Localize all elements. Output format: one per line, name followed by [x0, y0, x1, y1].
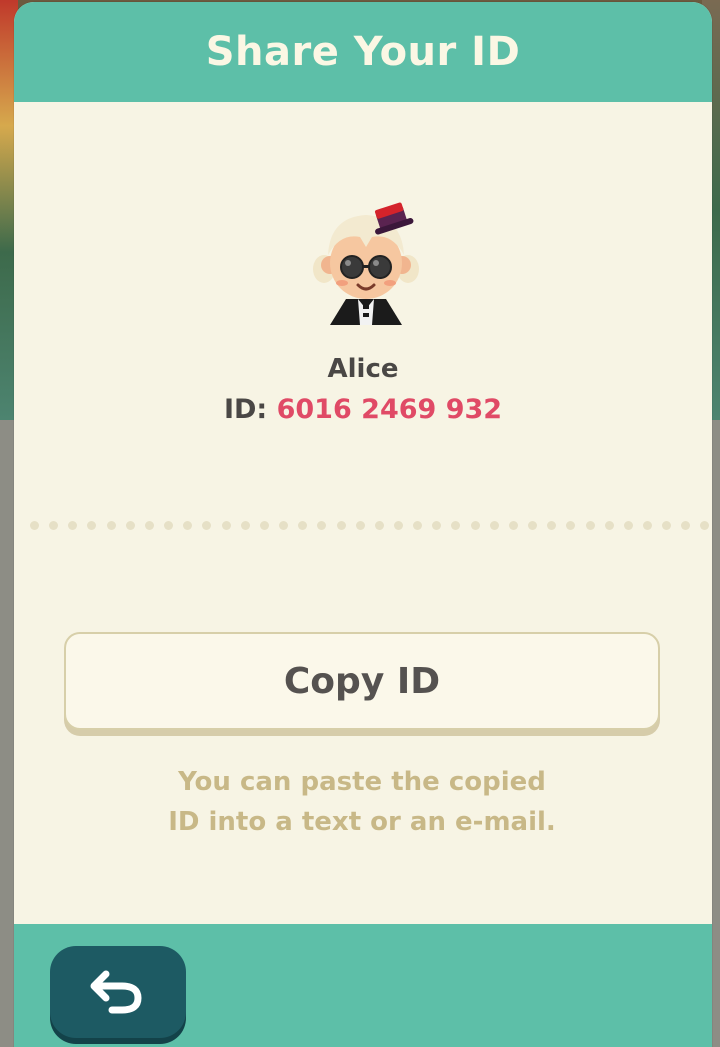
- copy-hint-line-1: You can paste the copied: [178, 767, 546, 797]
- back-button[interactable]: [50, 946, 186, 1038]
- player-avatar-icon: [306, 197, 426, 327]
- player-id-line: ID: 6016 2469 932: [14, 394, 712, 425]
- player-name: Alice: [327, 354, 399, 384]
- copy-hint-line-2: ID into a text or an e-mail.: [168, 807, 556, 837]
- dialog-footer: [14, 924, 712, 1047]
- id-label: ID:: [223, 394, 268, 425]
- id-value: 6016 2469 932: [276, 394, 503, 425]
- dialog-title: Share Your ID: [205, 29, 521, 75]
- dotted-divider: [30, 519, 710, 531]
- share-id-dialog: Share Your ID Alice ID: 6016 2469 932 Co…: [14, 2, 712, 1047]
- copy-id-button[interactable]: Copy ID: [64, 632, 660, 730]
- copy-id-button-label: Copy ID: [283, 660, 441, 702]
- dialog-header: Share Your ID: [14, 2, 712, 102]
- back-arrow-icon: [88, 964, 148, 1020]
- copy-hint-text: You can paste the copied ID into a text …: [134, 762, 590, 842]
